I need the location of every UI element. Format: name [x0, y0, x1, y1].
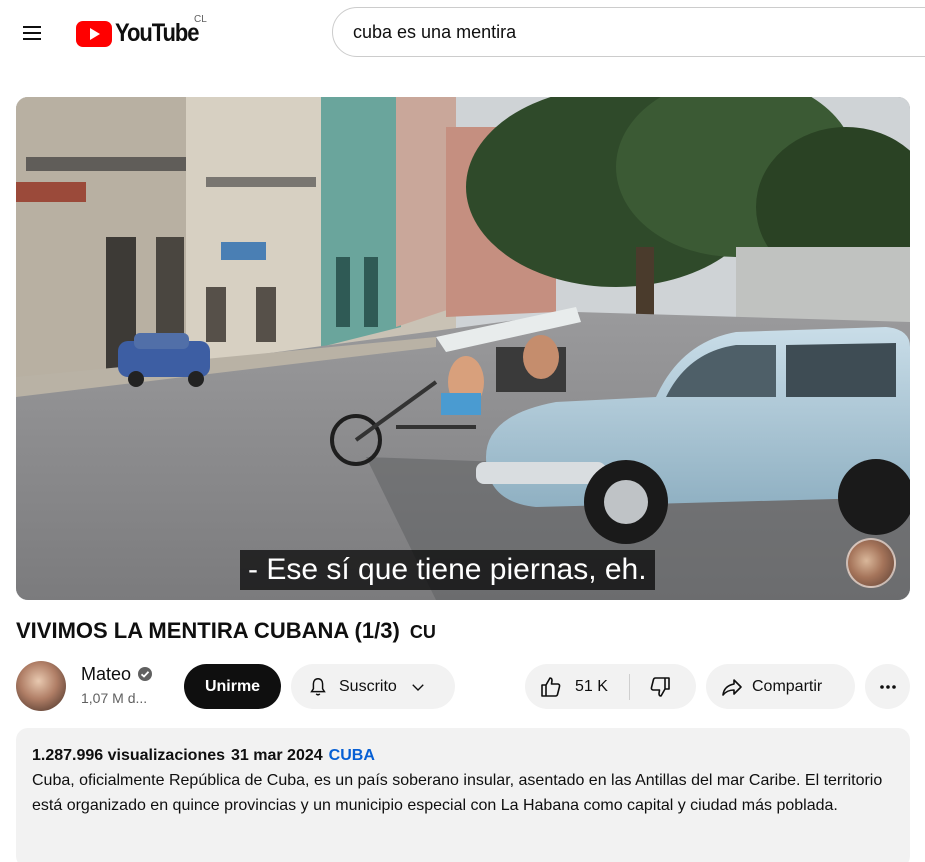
- bell-icon: [310, 677, 326, 696]
- join-button[interactable]: Unirme: [184, 664, 281, 709]
- youtube-play-icon: [76, 20, 112, 47]
- channel-watermark[interactable]: [846, 538, 896, 588]
- search-input[interactable]: cuba es una mentira: [332, 7, 925, 57]
- more-actions-button[interactable]: [865, 664, 910, 709]
- description-text: Cuba, oficialmente República de Cuba, es…: [32, 772, 883, 814]
- video-player[interactable]: [16, 97, 910, 600]
- description-box[interactable]: 1.287.996 visualizaciones 31 mar 2024 CUBA…: [16, 728, 910, 862]
- youtube-logo[interactable]: YouTube: [76, 19, 210, 48]
- hashtag-link[interactable]: CUBA: [329, 747, 375, 764]
- hamburger-menu-icon: [23, 26, 41, 40]
- guide-menu-button[interactable]: [12, 13, 52, 53]
- video-title: VIVIMOS LA MENTIRA CUBANA (1/3) CU: [16, 618, 436, 644]
- video-frame: [16, 97, 910, 600]
- channel-name[interactable]: Mateo: [81, 664, 133, 685]
- thumbs-up-icon: [541, 676, 561, 697]
- share-label: Compartir: [752, 677, 823, 695]
- view-count: 1.287.996 visualizaciones: [32, 747, 226, 764]
- share-button[interactable]: Compartir: [706, 664, 855, 709]
- country-flag-code: CU: [409, 622, 436, 642]
- thumbs-down-icon: [650, 676, 670, 697]
- subscribe-button[interactable]: Suscrito: [291, 664, 455, 709]
- video-title-text: VIVIMOS LA MENTIRA CUBANA (1/3): [16, 618, 400, 643]
- video-caption: - Ese sí que tiene piernas, eh.: [240, 550, 655, 590]
- chevron-down-icon: [412, 683, 424, 691]
- description-meta: 1.287.996 visualizaciones 31 mar 2024 CUBA: [32, 745, 894, 767]
- dislike-button[interactable]: [630, 664, 690, 709]
- subscribe-label: Suscrito: [339, 677, 397, 695]
- masthead: YouTube CL cuba es una mentira: [0, 0, 925, 64]
- country-code: CL: [194, 14, 207, 25]
- upload-date: 31 mar 2024: [231, 747, 323, 764]
- logo-wordmark: YouTube: [115, 19, 200, 47]
- more-horizontal-icon: [879, 684, 896, 689]
- like-button[interactable]: 51 K: [525, 664, 629, 709]
- share-arrow-icon: [722, 678, 742, 696]
- search-query: cuba es una mentira: [353, 21, 517, 42]
- verified-check-icon: [138, 667, 152, 681]
- subscriber-count: 1,07 M d...: [81, 690, 148, 706]
- like-dislike-group: 51 K: [525, 664, 696, 709]
- like-count: 51 K: [575, 677, 608, 695]
- channel-avatar[interactable]: [16, 661, 66, 711]
